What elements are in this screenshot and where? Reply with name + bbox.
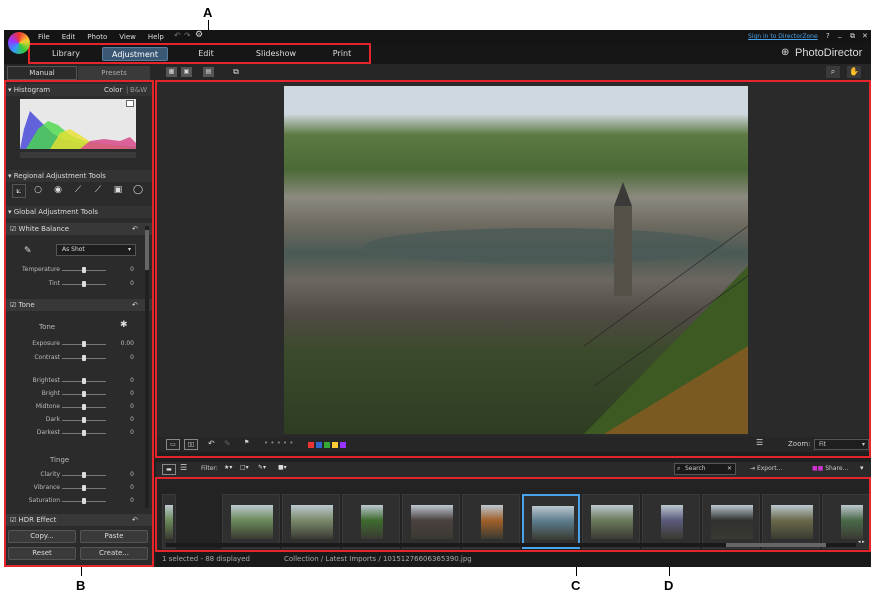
- callout-d-box: [155, 80, 871, 458]
- view-compare-icon[interactable]: ⧉: [230, 67, 242, 77]
- filter-color-icon[interactable]: ■▾: [278, 464, 287, 471]
- restore-button[interactable]: ⧉: [850, 32, 855, 41]
- help-button[interactable]: ?: [826, 32, 830, 40]
- tab-manual[interactable]: Manual: [7, 66, 77, 80]
- search-placeholder: Search: [685, 465, 706, 472]
- export-button[interactable]: ⇥ Export...: [750, 463, 802, 475]
- app-window: File Edit Photo View Help ↶ ↷ ⚙ Sign in to D…: [4, 30, 871, 567]
- search-input[interactable]: ⌕ Search ✕: [674, 463, 736, 475]
- callout-a: A: [203, 5, 213, 20]
- menu-bar: File Edit Photo View Help: [38, 32, 176, 41]
- export-label: Export...: [756, 465, 783, 472]
- menu-view[interactable]: View: [119, 33, 136, 41]
- menu-file[interactable]: File: [38, 33, 50, 41]
- app-logo: [8, 32, 30, 54]
- selection-status: 1 selected - 88 displayed: [162, 555, 250, 563]
- settings-gear-icon[interactable]: ⚙: [195, 30, 203, 40]
- filter-edit-icon[interactable]: ✎▾: [258, 464, 266, 471]
- filter-label: Filter:: [201, 465, 218, 472]
- status-bar: 1 selected - 88 displayed Collection / L…: [156, 552, 871, 567]
- view-grid-icon[interactable]: ▤: [203, 67, 214, 77]
- more-menu-icon[interactable]: ▾: [860, 464, 864, 472]
- callout-d: D: [664, 578, 674, 593]
- undo-icon[interactable]: ↶: [174, 31, 181, 40]
- minimize-button[interactable]: _: [838, 30, 842, 38]
- filter-flag-icon[interactable]: □▾: [240, 464, 249, 471]
- list-view-icon[interactable]: ☰: [180, 463, 187, 472]
- tab-presets[interactable]: Presets: [78, 66, 150, 80]
- callout-b: B: [76, 578, 86, 593]
- share-icon: ■■: [812, 465, 826, 472]
- menu-edit[interactable]: Edit: [62, 33, 76, 41]
- zoom-tool-icon[interactable]: ⌕: [826, 66, 840, 78]
- file-path: Collection / Latest Imports / 1015127660…: [284, 555, 472, 563]
- pan-hand-icon[interactable]: ✋: [847, 66, 861, 78]
- filter-rating-icon[interactable]: ★▾: [224, 464, 232, 471]
- close-button[interactable]: ✕: [862, 32, 868, 40]
- title-bar: File Edit Photo View Help ↶ ↷ ⚙ Sign in to D…: [4, 30, 871, 54]
- brand-icon: ⊕: [781, 47, 790, 58]
- search-icon: ⌕: [677, 465, 681, 472]
- callout-b-box: [4, 80, 154, 567]
- brand-name: PhotoDirector: [795, 47, 863, 59]
- view-single-icon[interactable]: ▦: [166, 67, 177, 77]
- panel-bar: Manual Presets ▦ ▣ ▤ ⧉ ⌕ ✋: [4, 64, 871, 80]
- share-button[interactable]: ■■ Share...: [812, 463, 860, 475]
- sign-in-link[interactable]: Sign in to DirectorZone: [748, 33, 818, 40]
- callout-a-box: [28, 43, 371, 64]
- callout-c-box: [155, 477, 871, 552]
- filmstrip-view-icon[interactable]: ▬: [162, 464, 176, 475]
- menu-photo[interactable]: Photo: [87, 33, 107, 41]
- menu-help[interactable]: Help: [148, 33, 164, 41]
- filmstrip-toolbar: ▬ ☰ Filter: ★▾ □▾ ✎▾ ■▾ ⌕ Search ✕ ⇥ Expor…: [156, 462, 871, 477]
- callout-c: C: [571, 578, 581, 593]
- export-icon: ⇥: [750, 465, 757, 472]
- clear-search-icon[interactable]: ✕: [727, 464, 732, 474]
- share-label: Share...: [825, 465, 849, 472]
- redo-icon[interactable]: ↷: [184, 31, 191, 40]
- view-full-icon[interactable]: ▣: [181, 67, 192, 77]
